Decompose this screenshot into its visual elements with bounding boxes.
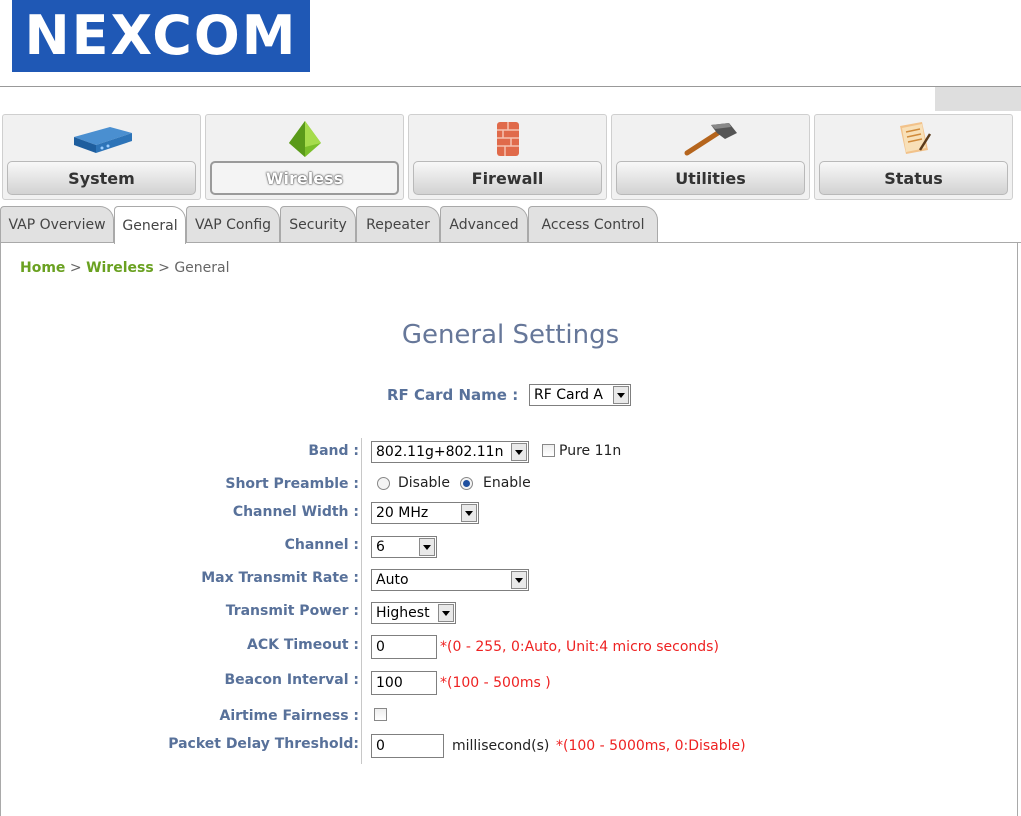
rf-card-label: RF Card Name : bbox=[387, 386, 519, 404]
ack-timeout-label: ACK Timeout : bbox=[246, 637, 359, 653]
airtime-fairness-checkbox[interactable] bbox=[374, 708, 387, 721]
preamble-disable-radio[interactable] bbox=[377, 477, 390, 490]
nexcom-logo: NEXCOM bbox=[12, 0, 310, 72]
channel-value: 6 bbox=[376, 539, 385, 555]
preamble-disable-label: Disable bbox=[398, 475, 450, 491]
tab-vap-config[interactable]: VAP Config bbox=[186, 206, 280, 242]
ack-timeout-hint: *(0 - 255, 0:Auto, Unit:4 micro seconds) bbox=[440, 639, 719, 655]
tab-vap-overview[interactable]: VAP Overview bbox=[0, 206, 114, 242]
chevron-down-icon bbox=[419, 538, 435, 556]
breadcrumb-separator: > bbox=[65, 260, 87, 276]
tx-power-select[interactable]: Highest bbox=[371, 602, 456, 624]
breadcrumb-home[interactable]: Home bbox=[20, 260, 65, 276]
header-corner-box bbox=[935, 87, 1021, 111]
breadcrumb: Home > Wireless > General bbox=[20, 260, 230, 276]
packet-delay-unit: millisecond(s) bbox=[452, 738, 550, 754]
form-divider bbox=[361, 438, 362, 764]
tx-power-label: Transmit Power : bbox=[225, 603, 359, 619]
nav-system-label: System bbox=[68, 168, 135, 188]
max-rate-label: Max Transmit Rate : bbox=[201, 570, 359, 586]
nav-status-button[interactable]: Status bbox=[819, 161, 1008, 195]
chevron-down-icon bbox=[613, 386, 629, 404]
nav-status-label: Status bbox=[884, 168, 943, 188]
channel-label: Channel : bbox=[284, 537, 359, 553]
nav-firewall[interactable]: Firewall bbox=[408, 114, 607, 200]
page-title: General Settings bbox=[401, 320, 620, 350]
tab-repeater[interactable]: Repeater bbox=[356, 206, 440, 242]
preamble-enable-label: Enable bbox=[483, 475, 531, 491]
tab-access-control[interactable]: Access Control bbox=[528, 206, 658, 242]
nav-wireless[interactable]: Wireless bbox=[205, 114, 404, 200]
packet-delay-input[interactable]: 0 bbox=[371, 734, 444, 758]
airtime-fairness-label: Airtime Fairness : bbox=[219, 708, 359, 724]
nav-utilities-button[interactable]: Utilities bbox=[616, 161, 805, 195]
tab-security[interactable]: Security bbox=[280, 206, 356, 242]
beacon-interval-label: Beacon Interval : bbox=[224, 672, 359, 688]
max-rate-value: Auto bbox=[376, 572, 409, 588]
breadcrumb-wireless[interactable]: Wireless bbox=[86, 260, 154, 276]
breadcrumb-current: General bbox=[174, 260, 230, 276]
rf-card-value: RF Card A bbox=[534, 387, 604, 403]
max-rate-select[interactable]: Auto bbox=[371, 569, 529, 591]
notepad-icon bbox=[899, 122, 931, 154]
rf-card-select[interactable]: RF Card A bbox=[529, 384, 631, 406]
nav-wireless-button[interactable]: Wireless bbox=[210, 161, 399, 195]
chevron-down-icon bbox=[438, 604, 454, 622]
channel-width-select[interactable]: 20 MHz bbox=[371, 502, 479, 524]
band-select[interactable]: 802.11g+802.11n bbox=[371, 441, 529, 463]
nav-firewall-label: Firewall bbox=[471, 168, 544, 188]
nav-system[interactable]: System bbox=[2, 114, 201, 200]
preamble-enable-radio[interactable] bbox=[460, 477, 473, 490]
nav-firewall-button[interactable]: Firewall bbox=[413, 161, 602, 195]
beacon-interval-hint: *(100 - 500ms ) bbox=[440, 675, 551, 691]
channel-width-value: 20 MHz bbox=[376, 505, 429, 521]
nav-utilities[interactable]: Utilities bbox=[611, 114, 810, 200]
pure-11n-checkbox[interactable] bbox=[542, 444, 555, 457]
breadcrumb-separator: > bbox=[153, 260, 175, 276]
band-value: 802.11g+802.11n bbox=[376, 444, 504, 460]
tx-power-value: Highest bbox=[376, 605, 430, 621]
packet-delay-label: Packet Delay Threshold: bbox=[168, 736, 359, 752]
chevron-down-icon bbox=[511, 443, 527, 461]
nav-utilities-label: Utilities bbox=[675, 168, 746, 188]
ack-timeout-input[interactable]: 0 bbox=[371, 635, 437, 659]
pure-11n-label: Pure 11n bbox=[559, 443, 622, 459]
beacon-interval-input[interactable]: 100 bbox=[371, 671, 437, 695]
chevron-down-icon bbox=[461, 504, 477, 522]
channel-width-label: Channel Width : bbox=[232, 504, 359, 520]
nav-wireless-label: Wireless bbox=[265, 168, 344, 188]
tab-general[interactable]: General bbox=[114, 206, 186, 244]
channel-select[interactable]: 6 bbox=[371, 536, 437, 558]
nav-status[interactable]: Status bbox=[814, 114, 1013, 200]
band-label: Band : bbox=[308, 443, 359, 459]
nav-system-button[interactable]: System bbox=[7, 161, 196, 195]
short-preamble-label: Short Preamble : bbox=[225, 476, 359, 492]
chevron-down-icon bbox=[511, 571, 527, 589]
firewall-brick-icon bbox=[496, 122, 519, 156]
wireless-crystal-icon bbox=[288, 121, 321, 157]
router-icon bbox=[73, 127, 132, 153]
hammer-icon bbox=[684, 123, 737, 156]
packet-delay-hint: *(100 - 5000ms, 0:Disable) bbox=[556, 738, 746, 754]
tab-advanced[interactable]: Advanced bbox=[440, 206, 528, 242]
subtab-bar: VAP Overview General VAP Config Security… bbox=[0, 206, 1021, 244]
header-divider bbox=[0, 86, 1021, 87]
logo-text: NEXCOM bbox=[24, 4, 298, 67]
